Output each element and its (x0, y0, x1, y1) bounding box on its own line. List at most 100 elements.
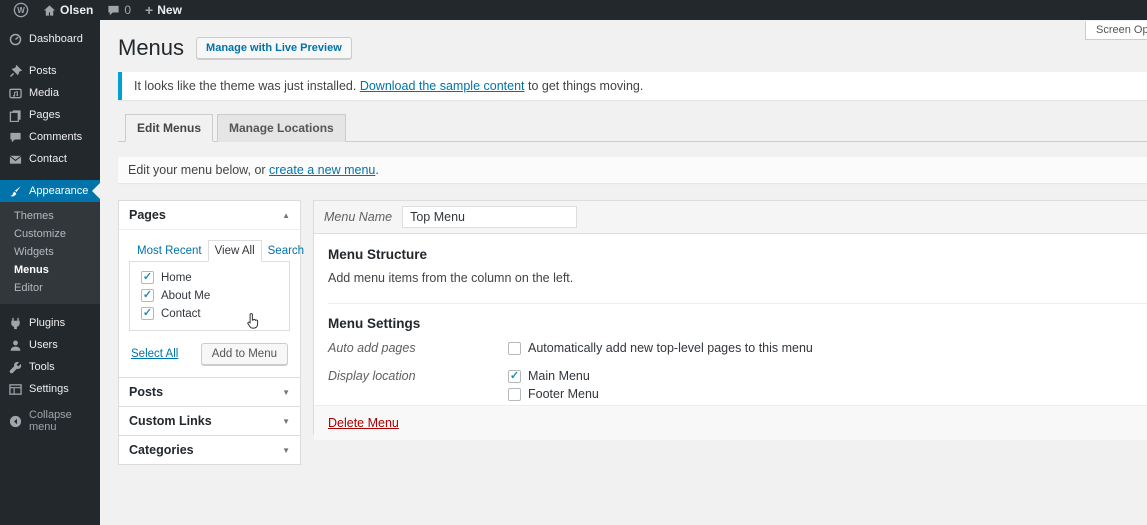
tab-search[interactable]: Search (262, 241, 310, 261)
submenu-item-editor[interactable]: Editor (0, 279, 100, 297)
sidebar-item-appearance[interactable]: Appearance (0, 180, 100, 202)
settings-icon (8, 383, 22, 396)
sidebar-item-users[interactable]: Users (0, 334, 100, 356)
delete-menu-link[interactable]: Delete Menu (328, 416, 399, 430)
submenu-item-widgets[interactable]: Widgets (0, 243, 100, 261)
menu-name-label: Menu Name (324, 210, 392, 224)
menu-editor-footer: Delete Menu (314, 405, 1147, 440)
plus-icon: + (145, 3, 153, 17)
sidebar-item-label: Contact (29, 153, 67, 165)
sidebar-item-media[interactable]: Media (0, 82, 100, 104)
sidebar-item-label: Users (29, 339, 58, 351)
appearance-submenu: Themes Customize Widgets Menus Editor (0, 202, 100, 304)
sidebar-item-settings[interactable]: Settings (0, 378, 100, 400)
pages-postbox-title: Pages (129, 208, 166, 222)
manage-menus-bar: Edit your menu below, or create a new me… (118, 157, 1147, 183)
location-label: Footer Menu (528, 387, 599, 401)
custom-links-accordion-title: Custom Links (129, 414, 212, 428)
sidebar-item-dashboard[interactable]: Dashboard (0, 28, 100, 50)
admin-bar-comments[interactable]: 0 (100, 0, 138, 20)
page-checkbox-row-contact[interactable]: Contact (138, 305, 281, 323)
sidebar-item-contact[interactable]: Contact (0, 148, 100, 170)
submenu-item-themes[interactable]: Themes (0, 207, 100, 225)
custom-links-accordion[interactable]: Custom Links ▼ (118, 406, 301, 436)
comment-icon (8, 131, 22, 144)
user-icon (8, 339, 22, 352)
checkbox-auto-add-pages[interactable] (508, 342, 521, 355)
notice-text-before: It looks like the theme was just install… (134, 79, 360, 93)
expand-down-caret-icon: ▼ (282, 417, 290, 426)
tab-edit-menus[interactable]: Edit Menus (125, 114, 213, 142)
page-checkbox-row-about-me[interactable]: About Me (138, 287, 281, 305)
sidebar-item-label: Dashboard (29, 33, 83, 45)
plugin-icon (8, 317, 22, 330)
select-all-link[interactable]: Select All (131, 348, 178, 360)
sidebar-item-tools[interactable]: Tools (0, 356, 100, 378)
menu-settings-section: Menu Settings Auto add pages Automatical… (328, 304, 1147, 405)
manage-live-preview-button[interactable]: Manage with Live Preview (196, 37, 352, 59)
sidebar-item-pages[interactable]: Pages (0, 104, 100, 126)
pages-postbox-header[interactable]: Pages ▲ (119, 201, 300, 230)
menu-name-input[interactable] (402, 206, 577, 228)
wrench-icon (8, 361, 22, 374)
page-checkbox-row-home[interactable]: Home (138, 269, 281, 287)
sidebar-item-posts[interactable]: Posts (0, 60, 100, 82)
home-icon (43, 4, 56, 17)
main-content: Screen Options Menus Manage with Live Pr… (100, 20, 1147, 525)
admin-sidebar: Dashboard Posts Media Pages Comments (0, 20, 100, 525)
tab-most-recent[interactable]: Most Recent (131, 241, 208, 261)
checkbox-main-menu[interactable] (508, 370, 521, 383)
wordpress-logo-icon: W (13, 2, 29, 18)
checkbox-home[interactable] (141, 271, 154, 284)
screen-options-tab[interactable]: Screen Options (1085, 21, 1147, 40)
manage-text-before: Edit your menu below, or (128, 163, 269, 177)
page-item-label: About Me (161, 290, 210, 302)
location-row-footer-menu[interactable]: Footer Menu (508, 387, 1147, 401)
admin-bar-site-link[interactable]: Olsen (36, 0, 100, 20)
location-row-main-menu[interactable]: Main Menu (508, 369, 1147, 383)
location-label: Main Menu (528, 369, 590, 383)
sidebar-item-plugins[interactable]: Plugins (0, 312, 100, 334)
checkbox-footer-menu[interactable] (508, 388, 521, 401)
manage-text-after: . (375, 163, 378, 177)
tab-view-all[interactable]: View All (208, 240, 262, 262)
paintbrush-icon (8, 185, 22, 198)
expand-down-caret-icon: ▼ (282, 446, 290, 455)
expand-down-caret-icon: ▼ (282, 388, 290, 397)
collapse-up-caret-icon[interactable]: ▲ (282, 211, 290, 220)
menu-items-column: Pages ▲ Most Recent View All Search H (118, 200, 301, 465)
envelope-icon (8, 153, 22, 166)
checkbox-about-me[interactable] (141, 289, 154, 302)
categories-accordion-title: Categories (129, 443, 194, 457)
display-location-label: Display location (328, 369, 508, 405)
add-to-menu-button[interactable]: Add to Menu (201, 343, 288, 365)
screen-options-label: Screen Options (1096, 24, 1147, 36)
auto-add-option-label: Automatically add new top-level pages to… (528, 341, 813, 355)
sidebar-item-label: Appearance (29, 185, 88, 197)
wordpress-logo-menu[interactable]: W (6, 0, 36, 20)
create-new-menu-link[interactable]: create a new menu (269, 163, 375, 177)
sidebar-item-collapse-menu[interactable]: Collapse menu (0, 410, 100, 432)
sidebar-item-comments[interactable]: Comments (0, 126, 100, 148)
pages-icon (8, 109, 22, 122)
download-sample-content-link[interactable]: Download the sample content (360, 79, 525, 93)
page-item-label: Contact (161, 308, 201, 320)
auto-add-pages-option[interactable]: Automatically add new top-level pages to… (508, 341, 1147, 355)
tab-manage-locations[interactable]: Manage Locations (217, 114, 346, 142)
menu-settings-title: Menu Settings (328, 316, 1147, 331)
menu-name-bar: Menu Name (314, 201, 1147, 234)
pushpin-icon (8, 65, 22, 78)
comments-bubble-icon (107, 4, 120, 17)
dashboard-icon (8, 33, 22, 46)
submenu-item-customize[interactable]: Customize (0, 225, 100, 243)
posts-accordion[interactable]: Posts ▼ (118, 377, 301, 407)
admin-bar-new[interactable]: + New (138, 0, 189, 20)
page-item-label: Home (161, 272, 192, 284)
menu-editor-panel: Menu Name Menu Structure Add menu items … (313, 200, 1147, 434)
submenu-item-menus[interactable]: Menus (0, 261, 100, 279)
menu-structure-section: Menu Structure Add menu items from the c… (328, 234, 1147, 304)
admin-bar: W Olsen 0 + New (0, 0, 1147, 20)
categories-accordion[interactable]: Categories ▼ (118, 435, 301, 465)
pages-checklist: Home About Me Contact (129, 261, 290, 331)
checkbox-contact[interactable] (141, 307, 154, 320)
